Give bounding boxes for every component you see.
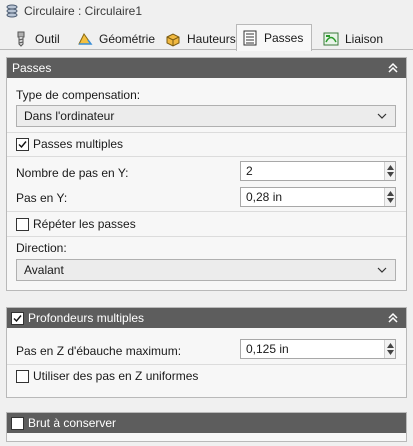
multiple-depths-panel: Profondeurs multiples Pas en Z d'ébauche… — [6, 307, 407, 398]
geometry-icon — [78, 32, 93, 45]
pitch-y-value: 0,28 in — [246, 190, 283, 204]
multiple-passes-checkbox[interactable] — [16, 137, 29, 151]
tab-passes[interactable]: Passes — [236, 24, 312, 51]
divider — [7, 156, 406, 157]
multiple-depths-panel-title: Profondeurs multiples — [28, 311, 145, 325]
stock-to-leave-panel-header[interactable]: Brut à conserver — [7, 413, 406, 433]
tab-hauteurs[interactable]: Hauteurs — [160, 27, 236, 50]
multiple-passes-option[interactable]: Passes multiples — [16, 137, 123, 151]
direction-label: Direction: — [16, 241, 67, 255]
divider — [7, 364, 406, 365]
checkmark-icon — [18, 140, 27, 148]
window-titlebar: Circulaire : Circulaire1 — [0, 0, 413, 22]
tool-icon — [17, 31, 25, 47]
passes-panel-title: Passes — [12, 61, 52, 75]
pitch-y-spinner[interactable] — [384, 188, 395, 206]
multiple-depths-checkbox[interactable] — [11, 311, 24, 325]
divider — [7, 132, 406, 133]
direction-select[interactable]: Avalant — [16, 259, 396, 281]
tab-label: Passes — [264, 31, 304, 45]
tab-bar: Outil Géométrie Hauteurs Passes Liaison — [0, 24, 413, 51]
repeat-passes-checkbox[interactable] — [16, 217, 29, 231]
steps-y-value: 2 — [246, 164, 253, 178]
compensation-type-label: Type de compensation: — [16, 88, 141, 102]
tab-label: Hauteurs — [187, 31, 236, 46]
collapse-icon[interactable] — [387, 312, 399, 324]
stock-to-leave-panel-title: Brut à conserver — [28, 416, 117, 430]
uniform-stepdowns-option[interactable]: Utiliser des pas en Z uniformes — [16, 369, 198, 383]
max-roughing-spinner[interactable] — [384, 340, 395, 358]
steps-y-spinner[interactable] — [384, 162, 395, 180]
spin-down-icon[interactable] — [387, 350, 394, 355]
repeat-passes-label: Répéter les passes — [33, 217, 136, 231]
max-roughing-stepdown-label: Pas en Z d'ébauche maximum: — [16, 344, 182, 358]
tab-liaison[interactable]: Liaison — [318, 27, 384, 50]
divider — [7, 211, 406, 212]
passes-panel: Passes Type de compensation: Dans l'ordi… — [6, 57, 407, 291]
collapse-icon[interactable] — [387, 62, 399, 74]
tab-label: Géométrie — [99, 31, 156, 46]
divider — [7, 236, 406, 237]
window-title: Circulaire : Circulaire1 — [24, 4, 143, 18]
tab-label: Outil — [35, 31, 60, 46]
uniform-stepdowns-checkbox[interactable] — [16, 369, 29, 383]
passes-icon — [243, 30, 257, 46]
tab-outil[interactable]: Outil — [8, 27, 60, 50]
tab-geometrie[interactable]: Géométrie — [72, 27, 156, 50]
multiple-depths-panel-header[interactable]: Profondeurs multiples — [7, 308, 406, 328]
circular-operation-icon — [6, 4, 18, 18]
max-roughing-stepdown-input[interactable]: 0,125 in — [240, 339, 396, 359]
linking-icon — [323, 32, 339, 45]
stock-to-leave-checkbox[interactable] — [11, 416, 24, 430]
tab-label: Liaison — [345, 31, 384, 46]
spin-down-icon[interactable] — [387, 172, 394, 177]
passes-panel-header[interactable]: Passes — [7, 58, 406, 78]
chevron-down-icon — [377, 267, 387, 273]
uniform-stepdowns-label: Utiliser des pas en Z uniformes — [33, 369, 199, 383]
pitch-y-label: Pas en Y: — [16, 191, 68, 205]
repeat-passes-option[interactable]: Répéter les passes — [16, 217, 136, 231]
steps-y-input[interactable]: 2 — [240, 161, 396, 181]
stock-to-leave-panel: Brut à conserver — [6, 412, 407, 442]
heights-icon — [166, 32, 180, 47]
spin-up-icon[interactable] — [387, 343, 394, 348]
direction-value: Avalant — [24, 263, 64, 277]
spin-up-icon[interactable] — [387, 165, 394, 170]
spin-down-icon[interactable] — [387, 198, 394, 203]
steps-y-label: Nombre de pas en Y: — [16, 166, 129, 180]
chevron-down-icon — [377, 113, 387, 119]
pitch-y-input[interactable]: 0,28 in — [240, 187, 396, 207]
max-roughing-stepdown-value: 0,125 in — [246, 342, 289, 356]
compensation-type-value: Dans l'ordinateur — [24, 109, 115, 123]
multiple-passes-label: Passes multiples — [33, 137, 124, 151]
compensation-type-select[interactable]: Dans l'ordinateur — [16, 105, 396, 127]
checkmark-icon — [13, 314, 22, 322]
spin-up-icon[interactable] — [387, 191, 394, 196]
